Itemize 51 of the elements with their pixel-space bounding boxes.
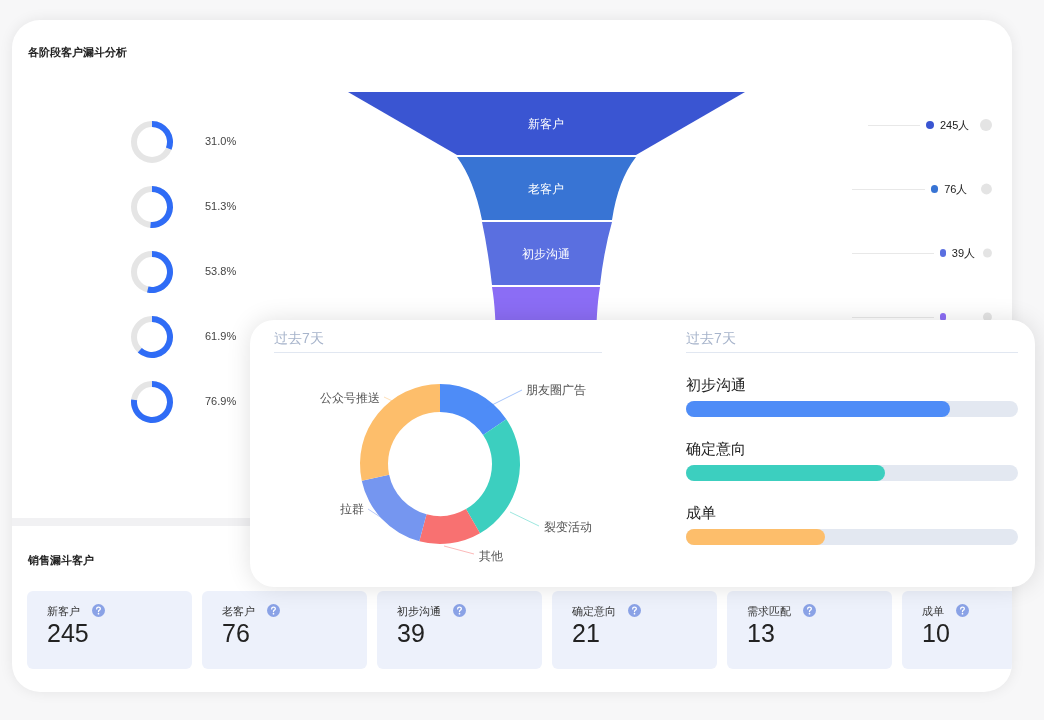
help-icon[interactable] — [628, 604, 641, 618]
section-title: 销售漏斗客户 — [28, 553, 94, 568]
stat-value: 245 — [47, 619, 90, 647]
funnel-label: 初步沟通 — [522, 247, 570, 261]
stage-count: 245人 — [940, 117, 971, 133]
ring-gauge — [130, 249, 174, 294]
conversion-rate: 76.9% — [205, 394, 237, 410]
stat-label: 成单 — [922, 603, 944, 619]
stat-label: 初步沟通 — [397, 603, 441, 619]
stat-value: 10 — [922, 619, 951, 647]
slice-label: 拉群 — [340, 502, 364, 516]
conversion-rate: 53.8% — [205, 264, 237, 280]
panel-header: 过去7天 — [274, 328, 602, 353]
slice-label: 公众号推送 — [320, 391, 380, 405]
stat-label: 需求匹配 — [747, 603, 791, 619]
progress-label: 初步沟通 — [686, 375, 747, 395]
slice-label: 裂变活动 — [544, 520, 592, 534]
leader-line — [509, 511, 540, 527]
stage-count: 39人 — [951, 245, 977, 261]
stat-value: 13 — [747, 619, 776, 647]
conversion-rate: 61.9% — [205, 329, 237, 345]
conversion-rate: 31.0% — [205, 134, 237, 150]
help-icon[interactable] — [803, 604, 816, 618]
stat-value: 76 — [222, 619, 251, 647]
help-icon[interactable] — [267, 604, 280, 618]
info-icon[interactable] — [980, 119, 992, 131]
conversion-rate: 51.3% — [205, 199, 237, 215]
progress-label: 成单 — [686, 503, 717, 523]
help-icon[interactable] — [956, 604, 969, 618]
funnel-label: 老客户 — [528, 182, 564, 196]
ring-gauge — [130, 119, 174, 164]
help-icon[interactable] — [453, 604, 466, 618]
stat-label: 新客户 — [47, 603, 80, 619]
ring-gauge — [130, 379, 174, 424]
stat-label: 确定意向 — [572, 603, 616, 619]
panel-header: 过去7天 — [686, 328, 1018, 353]
section-title: 各阶段客户漏斗分析 — [27, 45, 128, 60]
leader-line — [443, 545, 475, 555]
stage-count: 76人 — [944, 181, 969, 197]
slice-label: 其他 — [479, 549, 503, 563]
ring-gauge — [130, 314, 174, 359]
info-icon[interactable] — [983, 247, 992, 259]
funnel-label: 新客户 — [528, 117, 564, 131]
ring-gauge — [130, 184, 174, 229]
progress-label: 确定意向 — [686, 439, 747, 459]
slice-label: 朋友圈广告 — [526, 383, 586, 397]
stat-value: 21 — [572, 619, 601, 647]
help-icon[interactable] — [92, 604, 105, 618]
info-icon[interactable] — [981, 183, 992, 195]
stat-label: 老客户 — [222, 603, 255, 619]
stat-value: 39 — [397, 619, 426, 647]
